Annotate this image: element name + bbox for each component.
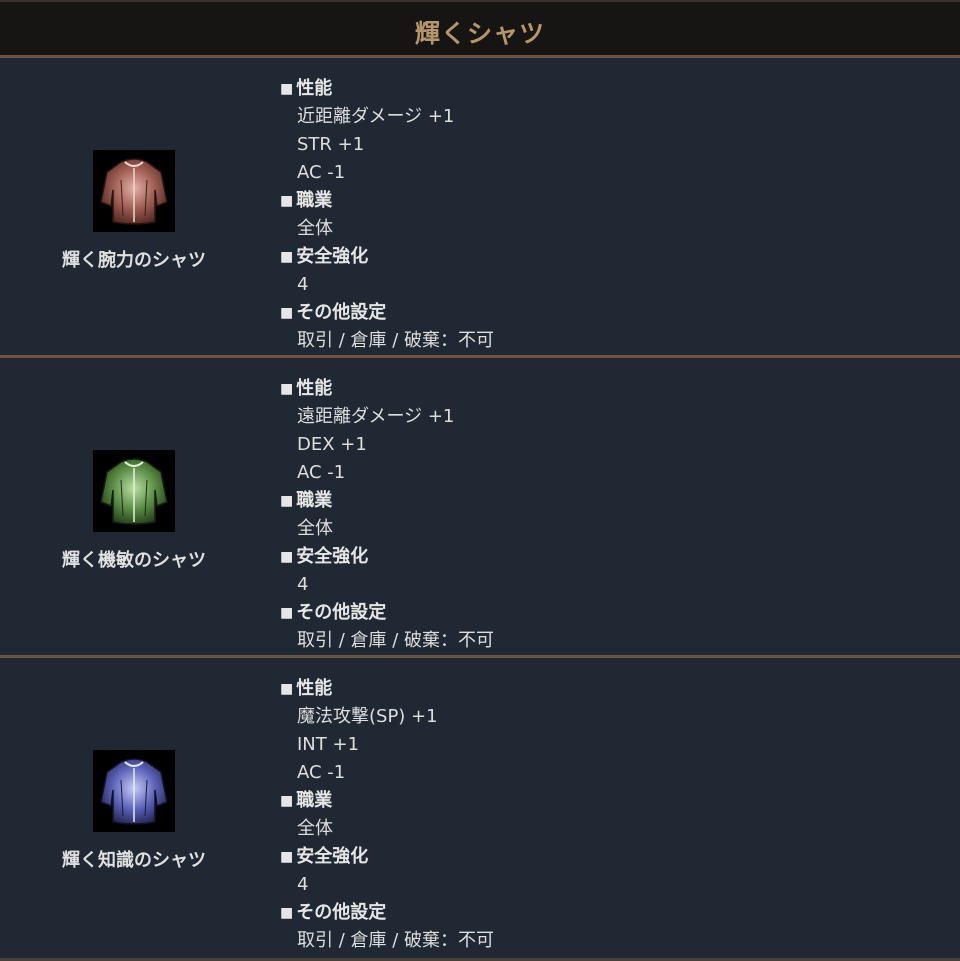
performance-value: 魔法攻撃(SP) +1 <box>297 706 438 727</box>
section-heading-safe-enchant: ■ 安全強化 <box>280 246 369 267</box>
other-value: 取引 / 倉庫 / 破棄：不可 <box>297 630 495 651</box>
performance-value: AC -1 <box>297 162 346 183</box>
class-value: 全体 <box>297 818 333 839</box>
page-header: 輝くシャツ <box>0 0 960 58</box>
performance-value: STR +1 <box>297 134 365 155</box>
item-details: ■ 性能 魔法攻撃(SP) +1 INT +1 AC -1 ■ 職業 全体 ■ 安全強… <box>280 675 494 955</box>
performance-value: 遠距離ダメージ +1 <box>297 406 455 427</box>
performance-value: DEX +1 <box>297 434 367 455</box>
section-heading-class: ■ 職業 <box>280 190 333 211</box>
section-heading-class: ■ 職業 <box>280 490 333 511</box>
other-value: 取引 / 倉庫 / 破棄：不可 <box>297 330 495 351</box>
section-heading-class: ■ 職業 <box>280 790 333 811</box>
page-title: 輝くシャツ <box>414 18 545 48</box>
section-heading-safe-enchant: ■ 安全強化 <box>280 846 369 867</box>
item-summary: 輝く腕力のシャツ <box>0 58 270 355</box>
section-heading-performance: ■ 性能 <box>280 78 333 99</box>
section-heading-other: ■ その他設定 <box>280 902 387 923</box>
class-value: 全体 <box>297 218 333 239</box>
section-heading-performance: ■ 性能 <box>280 678 333 699</box>
item-row: 輝く機敏のシャツ ■ 性能 遠距離ダメージ +1 DEX +1 AC -1 ■ 職業… <box>0 358 960 658</box>
item-name: 輝く知識のシャツ <box>62 850 206 871</box>
item-summary: 輝く知識のシャツ <box>0 658 270 958</box>
item-row: 輝く知識のシャツ ■ 性能 魔法攻撃(SP) +1 INT +1 AC -1 ■ 職… <box>0 658 960 961</box>
item-details: ■ 性能 近距離ダメージ +1 STR +1 AC -1 ■ 職業 全体 ■ 安全強化… <box>280 75 494 355</box>
page: 輝くシャツ 輝く腕力のシャツ ■ 性能 近距離ダメージ +1 STR +1 AC… <box>0 0 960 961</box>
safe-enchant-value: 4 <box>297 274 309 295</box>
section-heading-safe-enchant: ■ 安全強化 <box>280 546 369 567</box>
item-name: 輝く機敏のシャツ <box>62 550 206 571</box>
green-shirt-icon <box>93 450 175 532</box>
safe-enchant-value: 4 <box>297 574 309 595</box>
section-heading-other: ■ その他設定 <box>280 602 387 623</box>
red-shirt-icon <box>93 150 175 232</box>
performance-value: AC -1 <box>297 762 346 783</box>
section-heading-other: ■ その他設定 <box>280 302 387 323</box>
safe-enchant-value: 4 <box>297 874 309 895</box>
performance-value: 近距離ダメージ +1 <box>297 106 455 127</box>
item-summary: 輝く機敏のシャツ <box>0 358 270 655</box>
class-value: 全体 <box>297 518 333 539</box>
other-value: 取引 / 倉庫 / 破棄：不可 <box>297 930 495 951</box>
performance-value: AC -1 <box>297 462 346 483</box>
item-details: ■ 性能 遠距離ダメージ +1 DEX +1 AC -1 ■ 職業 全体 ■ 安全強化… <box>280 375 494 655</box>
section-heading-performance: ■ 性能 <box>280 378 333 399</box>
blue-shirt-icon <box>93 750 175 832</box>
item-row: 輝く腕力のシャツ ■ 性能 近距離ダメージ +1 STR +1 AC -1 ■ 職業… <box>0 58 960 358</box>
item-name: 輝く腕力のシャツ <box>62 250 206 271</box>
performance-value: INT +1 <box>297 734 360 755</box>
